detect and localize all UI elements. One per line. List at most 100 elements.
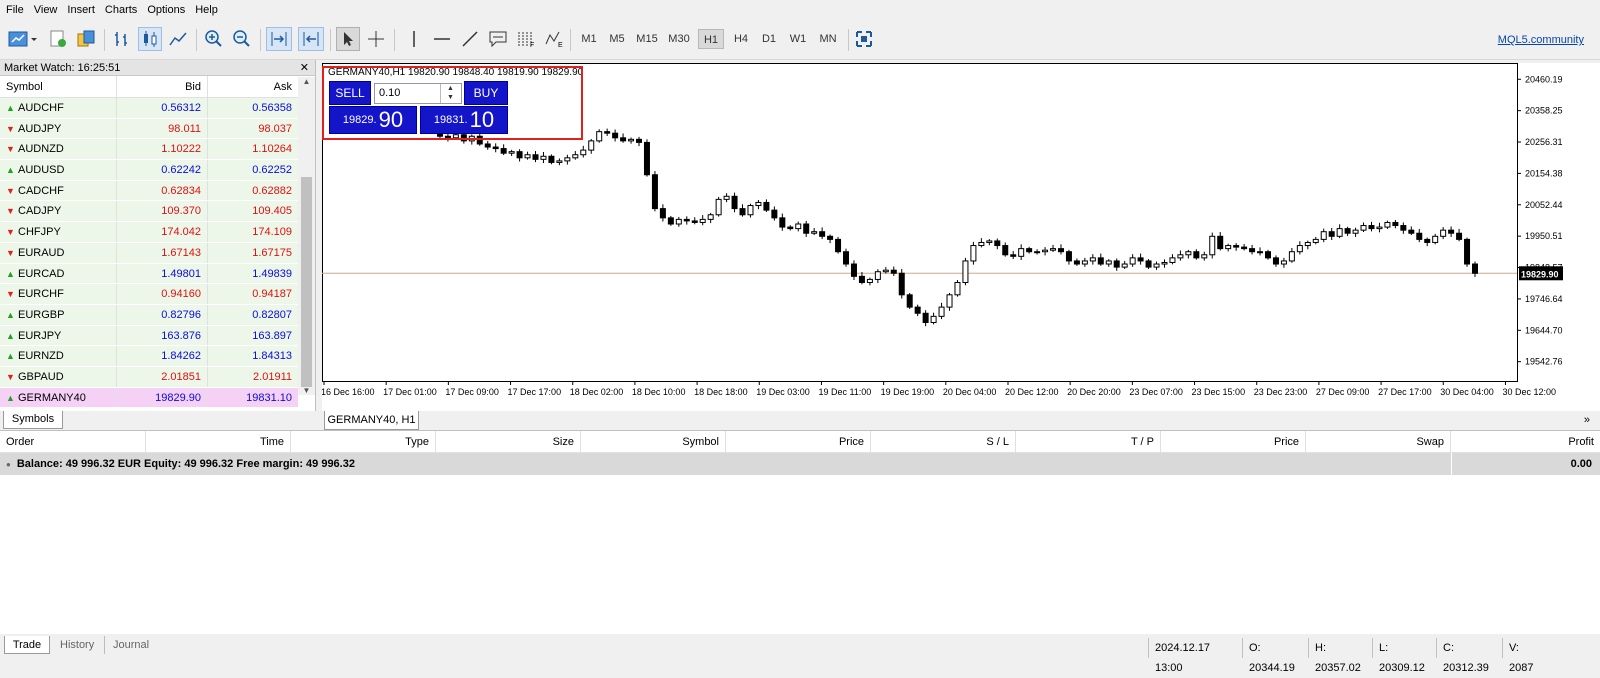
market-watch-row[interactable]: ▼ CADJPY 109.370 109.405 bbox=[0, 201, 315, 223]
market-watch-row[interactable]: ▼ AUDJPY 98.011 98.037 bbox=[0, 118, 315, 140]
column-swap[interactable]: Swap bbox=[1306, 431, 1451, 452]
fullscreen-icon[interactable] bbox=[852, 27, 876, 51]
mql5-community-link[interactable]: MQL5.community bbox=[1498, 34, 1584, 46]
spin-down-icon[interactable]: ▼ bbox=[441, 93, 460, 102]
timeframe-h4[interactable]: H4 bbox=[728, 29, 754, 49]
menu-file[interactable]: File bbox=[6, 4, 24, 16]
bar-chart-icon[interactable] bbox=[110, 27, 134, 51]
y-tick-label: 20052.44 bbox=[1525, 200, 1563, 210]
buy-price-button[interactable]: 19831. 10 bbox=[420, 106, 508, 134]
sell-price-button[interactable]: 19829. 90 bbox=[329, 106, 417, 134]
column-profit[interactable]: Profit bbox=[1451, 431, 1600, 452]
candle-bear bbox=[1097, 257, 1104, 265]
scrollbar-thumb[interactable] bbox=[301, 177, 312, 387]
market-watch-row[interactable]: ▲ EURJPY 163.876 163.897 bbox=[0, 325, 315, 347]
tab-symbols[interactable]: Symbols bbox=[3, 411, 63, 429]
column-sl[interactable]: S / L bbox=[871, 431, 1016, 452]
templates-icon[interactable] bbox=[74, 27, 98, 51]
profiles-icon[interactable] bbox=[46, 27, 70, 51]
market-watch-row[interactable]: ▼ GBPAUD 2.01851 2.01911 bbox=[0, 366, 315, 388]
sell-button[interactable]: SELL bbox=[329, 81, 371, 105]
column-ask[interactable]: Ask bbox=[208, 76, 298, 97]
candle-bull bbox=[1169, 257, 1176, 263]
timeframe-m1[interactable]: M1 bbox=[576, 29, 602, 49]
crosshair-icon[interactable] bbox=[364, 27, 388, 51]
chart-tab[interactable]: GERMANY40, H1 bbox=[324, 411, 419, 430]
symbol-cell: ▲ EURCAD bbox=[0, 263, 117, 284]
market-watch-row[interactable]: ▼ EURAUD 1.67143 1.67175 bbox=[0, 242, 315, 264]
menu-view[interactable]: View bbox=[34, 4, 58, 16]
column-bid[interactable]: Bid bbox=[117, 76, 208, 97]
zoom-in-icon[interactable] bbox=[202, 27, 226, 51]
horizontal-line-icon[interactable] bbox=[430, 27, 454, 51]
balance-row[interactable]: ● Balance: 49 996.32 EUR Equity: 49 996.3… bbox=[0, 453, 1600, 475]
timeframe-mn[interactable]: MN bbox=[814, 29, 842, 49]
column-symbol[interactable]: Symbol bbox=[0, 76, 117, 97]
market-watch-row[interactable]: ▲ GERMANY40 19829.90 19831.10 bbox=[0, 387, 315, 409]
column-order[interactable]: Order bbox=[0, 431, 146, 452]
market-watch-row[interactable]: ▲ AUDCHF 0.56312 0.56358 bbox=[0, 98, 315, 119]
timeframe-w1[interactable]: W1 bbox=[785, 29, 811, 49]
column-price[interactable]: Price bbox=[726, 431, 871, 452]
close-icon[interactable]: ✕ bbox=[300, 60, 309, 76]
candle-bull bbox=[596, 131, 603, 142]
fibonacci-icon[interactable]: F bbox=[514, 27, 538, 51]
y-tick-label: 20154.38 bbox=[1525, 168, 1563, 178]
scrollbar[interactable]: ▲ ▼ bbox=[298, 77, 315, 395]
cursor-icon[interactable] bbox=[336, 27, 360, 51]
market-watch-row[interactable]: ▼ EURCHF 0.94160 0.94187 bbox=[0, 284, 315, 305]
menu-help[interactable]: Help bbox=[195, 4, 218, 16]
candle-bull bbox=[675, 218, 682, 225]
menu-charts[interactable]: Charts bbox=[105, 4, 137, 16]
status-close: C: 20312.39 bbox=[1436, 638, 1502, 674]
tab-trade[interactable]: Trade bbox=[4, 636, 50, 654]
candle-bear bbox=[1328, 231, 1335, 237]
svg-text:E: E bbox=[558, 42, 563, 49]
market-watch-row[interactable]: ▲ EURNZD 1.84262 1.84313 bbox=[0, 346, 315, 367]
menu-insert[interactable]: Insert bbox=[67, 4, 95, 16]
timeframe-m15[interactable]: M15 bbox=[632, 29, 662, 49]
market-watch-row[interactable]: ▲ EURCAD 1.49801 1.49839 bbox=[0, 263, 315, 285]
volume-spinner[interactable]: ▲ ▼ bbox=[440, 84, 460, 103]
tabs-overflow-icon[interactable]: » bbox=[1584, 414, 1590, 426]
trendline-icon[interactable] bbox=[458, 27, 482, 51]
spin-up-icon[interactable]: ▲ bbox=[441, 84, 460, 93]
candle-bear bbox=[484, 143, 491, 148]
text-label-icon[interactable] bbox=[486, 27, 510, 51]
market-watch-row[interactable]: ▲ AUDUSD 0.62242 0.62252 bbox=[0, 160, 315, 181]
autoscroll-icon[interactable] bbox=[266, 27, 292, 51]
line-chart-icon[interactable] bbox=[166, 27, 190, 51]
tab-history[interactable]: History bbox=[60, 636, 94, 654]
candlestick-icon[interactable] bbox=[138, 27, 162, 51]
column-time[interactable]: Time bbox=[146, 431, 291, 452]
buy-button[interactable]: BUY bbox=[464, 81, 508, 105]
timeframe-h1[interactable]: H1 bbox=[698, 29, 724, 49]
scroll-down-icon[interactable]: ▼ bbox=[298, 386, 315, 395]
candle-bull bbox=[1129, 257, 1136, 265]
vertical-line-icon[interactable] bbox=[402, 27, 426, 51]
tab-journal[interactable]: Journal bbox=[104, 636, 149, 654]
elliott-wave-icon[interactable]: E bbox=[542, 27, 566, 51]
timeframe-m30[interactable]: M30 bbox=[664, 29, 694, 49]
column-current-price[interactable]: Price bbox=[1161, 431, 1306, 452]
timeframe-d1[interactable]: D1 bbox=[756, 29, 782, 49]
menu-options[interactable]: Options bbox=[147, 4, 185, 16]
market-watch-row[interactable]: ▼ CADCHF 0.62834 0.62882 bbox=[0, 180, 315, 202]
zoom-out-icon[interactable] bbox=[230, 27, 254, 51]
market-watch-row[interactable]: ▲ EURGBP 0.82796 0.82807 bbox=[0, 304, 315, 326]
market-watch-row[interactable]: ▼ CHFJPY 174.042 174.109 bbox=[0, 222, 315, 243]
scroll-up-icon[interactable]: ▲ bbox=[298, 77, 315, 86]
candle-bull bbox=[707, 214, 714, 220]
candle-bear bbox=[683, 218, 690, 222]
symbol-cell: ▼ CADCHF bbox=[0, 180, 117, 201]
new-chart-icon[interactable] bbox=[6, 27, 38, 51]
chart-shift-icon[interactable] bbox=[298, 27, 324, 51]
column-size[interactable]: Size bbox=[436, 431, 581, 452]
column-symbol[interactable]: Symbol bbox=[581, 431, 726, 452]
column-type[interactable]: Type bbox=[291, 431, 436, 452]
candle-bear bbox=[1416, 232, 1423, 240]
candle-bull bbox=[580, 149, 587, 156]
column-tp[interactable]: T / P bbox=[1016, 431, 1161, 452]
market-watch-row[interactable]: ▼ AUDNZD 1.10222 1.10264 bbox=[0, 139, 315, 161]
timeframe-m5[interactable]: M5 bbox=[604, 29, 630, 49]
